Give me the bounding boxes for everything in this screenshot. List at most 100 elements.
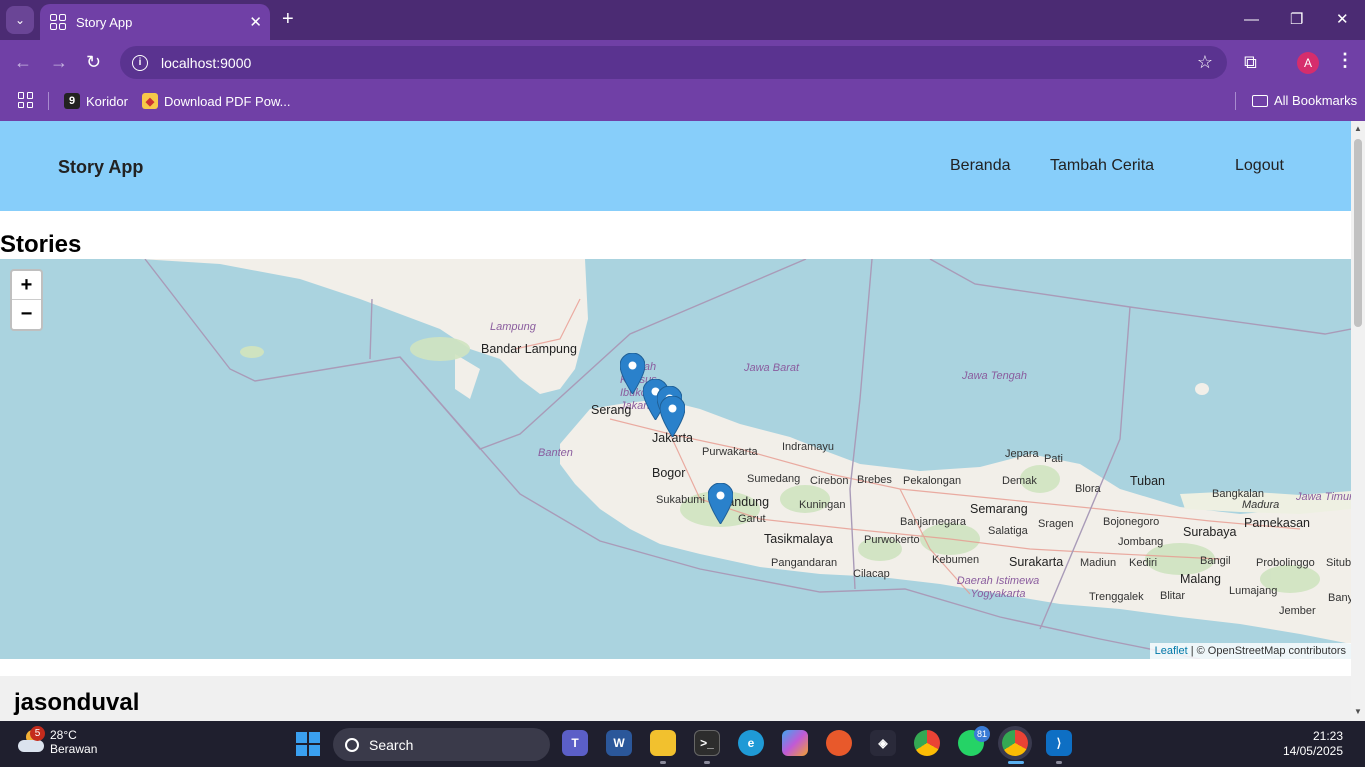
new-tab-icon[interactable]: +	[282, 9, 294, 29]
map-label: Trenggalek	[1089, 591, 1144, 603]
map-label: Bojonegoro	[1103, 516, 1160, 528]
bookmark-divider	[48, 92, 49, 110]
extensions-icon[interactable]: ⧉	[1244, 52, 1257, 73]
nav-beranda[interactable]: Beranda	[950, 157, 1011, 175]
map-label: Indramayu	[782, 441, 834, 453]
forward-icon[interactable]: →	[50, 52, 68, 72]
restore-icon[interactable]: ❐	[1290, 10, 1303, 30]
story-map[interactable]: + − Lampung Bandar Lampung Daerah Khusus…	[0, 259, 1351, 659]
map-label: Serang	[591, 403, 632, 417]
map-label: Tuban	[1130, 474, 1165, 488]
map-label: Bangil	[1200, 555, 1231, 567]
zoom-control: + −	[10, 269, 43, 331]
address-bar[interactable]: i localhost:9000 ☆	[120, 46, 1227, 79]
bookmark-label: Download PDF Pow...	[164, 93, 291, 109]
koridor-icon: 9	[64, 93, 80, 109]
apps-grid-icon[interactable]	[18, 92, 34, 108]
close-window-icon[interactable]: ✕	[1336, 10, 1349, 30]
scroll-down-icon[interactable]: ▼	[1354, 707, 1362, 716]
map-label: Banten	[538, 447, 573, 459]
back-icon[interactable]: ←	[14, 52, 32, 72]
scrollbar-thumb[interactable]	[1354, 139, 1362, 327]
story-marker[interactable]	[708, 483, 733, 524]
leaflet-link[interactable]: Leaflet	[1155, 645, 1188, 657]
m365-icon[interactable]	[782, 730, 808, 756]
map-label: Pangandaran	[771, 557, 838, 569]
map-label: Cirebon	[810, 475, 849, 487]
weather-widget[interactable]: 5 28°C Berawan	[16, 726, 97, 756]
chrome-profile-icon[interactable]	[1002, 730, 1028, 756]
map-label: Pamekasan	[1244, 516, 1311, 530]
zoom-in-button[interactable]: +	[12, 271, 41, 300]
page-scrollbar[interactable]: ▲ ▼	[1351, 121, 1365, 721]
bookmark-koridor[interactable]: 9 Koridor	[64, 93, 128, 109]
browser-toolbar: ← → ↻ i localhost:9000 ☆	[0, 40, 1365, 85]
windows-taskbar: 5 28°C Berawan Search T W >_ e ◈ 81 ⟩ 21…	[0, 721, 1365, 767]
map-label: Jombang	[1118, 536, 1164, 548]
map-label: Purwakarta	[702, 446, 758, 458]
map-label: Kuningan	[799, 499, 846, 511]
bookmark-star-icon[interactable]: ☆	[1197, 52, 1213, 73]
map-label: Bandar Lampung	[481, 342, 577, 356]
chrome-icon[interactable]	[914, 730, 940, 756]
map-label: Garut	[738, 513, 766, 525]
story-card[interactable]: jasonduval	[0, 676, 1351, 721]
map-label: Lumajang	[1229, 585, 1278, 597]
teams-icon[interactable]: T	[562, 730, 588, 756]
map-label: Banjarnegara	[900, 516, 967, 528]
running-indicator	[704, 761, 710, 764]
running-indicator	[1056, 761, 1062, 764]
taskbar-search[interactable]: Search	[333, 728, 550, 761]
map-label: Surakarta	[1009, 555, 1064, 569]
terminal-icon[interactable]: >_	[694, 730, 720, 756]
browser-menu-icon[interactable]: ⋮	[1336, 50, 1354, 71]
profile-avatar[interactable]: A	[1297, 52, 1319, 74]
close-tab-icon[interactable]: ✕	[249, 13, 262, 31]
running-indicator	[660, 761, 666, 764]
reload-icon[interactable]: ↻	[86, 52, 101, 72]
all-bookmarks[interactable]: All Bookmarks	[1252, 93, 1357, 108]
map-label: Cilacap	[853, 568, 890, 580]
clock-date: 14/05/2025	[1282, 744, 1343, 758]
tab-search-icon[interactable]: ⌄	[6, 6, 34, 34]
map-label: Sumedang	[747, 473, 801, 485]
system-clock[interactable]: 21:23 14/05/2025	[1283, 729, 1343, 759]
story-marker[interactable]	[660, 396, 685, 437]
bookmarks-bar: 9 Koridor ◆ Download PDF Pow... All Book…	[0, 85, 1365, 121]
tab-title: Story App	[76, 14, 133, 30]
app-icon[interactable]: ◈	[870, 730, 896, 756]
map-label: Bany	[1328, 592, 1351, 604]
story-marker[interactable]	[620, 353, 645, 394]
url-text: localhost:9000	[161, 54, 252, 71]
site-header: Story App Beranda Tambah Cerita Logout	[0, 121, 1351, 211]
start-button-icon[interactable]	[296, 732, 320, 756]
zoom-out-button[interactable]: −	[12, 300, 41, 329]
map-label: Kediri	[1129, 557, 1158, 569]
browser-tab[interactable]: Story App ✕	[40, 4, 270, 40]
minimize-icon[interactable]: —	[1244, 10, 1259, 30]
map-label: Semarang	[970, 502, 1028, 516]
nav-logout[interactable]: Logout	[1235, 157, 1284, 175]
nav-tambah-cerita[interactable]: Tambah Cerita	[1050, 157, 1154, 175]
map-tiles	[140, 259, 1351, 659]
page-title: Stories	[0, 231, 82, 258]
site-brand[interactable]: Story App	[58, 157, 143, 178]
clock-time: 21:23	[1312, 729, 1343, 743]
bookmark-download-pdf[interactable]: ◆ Download PDF Pow...	[142, 93, 290, 109]
file-explorer-icon[interactable]	[650, 730, 676, 756]
scroll-up-icon[interactable]: ▲	[1354, 124, 1362, 133]
map-label: Blitar	[1160, 590, 1186, 602]
map-label: Jawa Tengah	[962, 370, 1028, 382]
map-label: Tasikmalaya	[764, 532, 833, 546]
bookmark-label: Koridor	[86, 93, 128, 109]
firefox-icon[interactable]	[826, 730, 852, 756]
edge-icon[interactable]: e	[738, 730, 764, 756]
browser-tab-strip: ⌄ Story App ✕ + — ❐ ✕	[0, 0, 1365, 40]
vscode-icon[interactable]: ⟩	[1046, 730, 1072, 756]
folder-icon	[1252, 94, 1268, 107]
site-info-icon[interactable]: i	[132, 54, 148, 71]
map-label: Daerah Istimewa Yogyakarta	[956, 575, 1040, 600]
map-label: Malang	[1180, 572, 1221, 586]
map-label: Salatiga	[988, 525, 1028, 537]
word-icon[interactable]: W	[606, 730, 632, 756]
